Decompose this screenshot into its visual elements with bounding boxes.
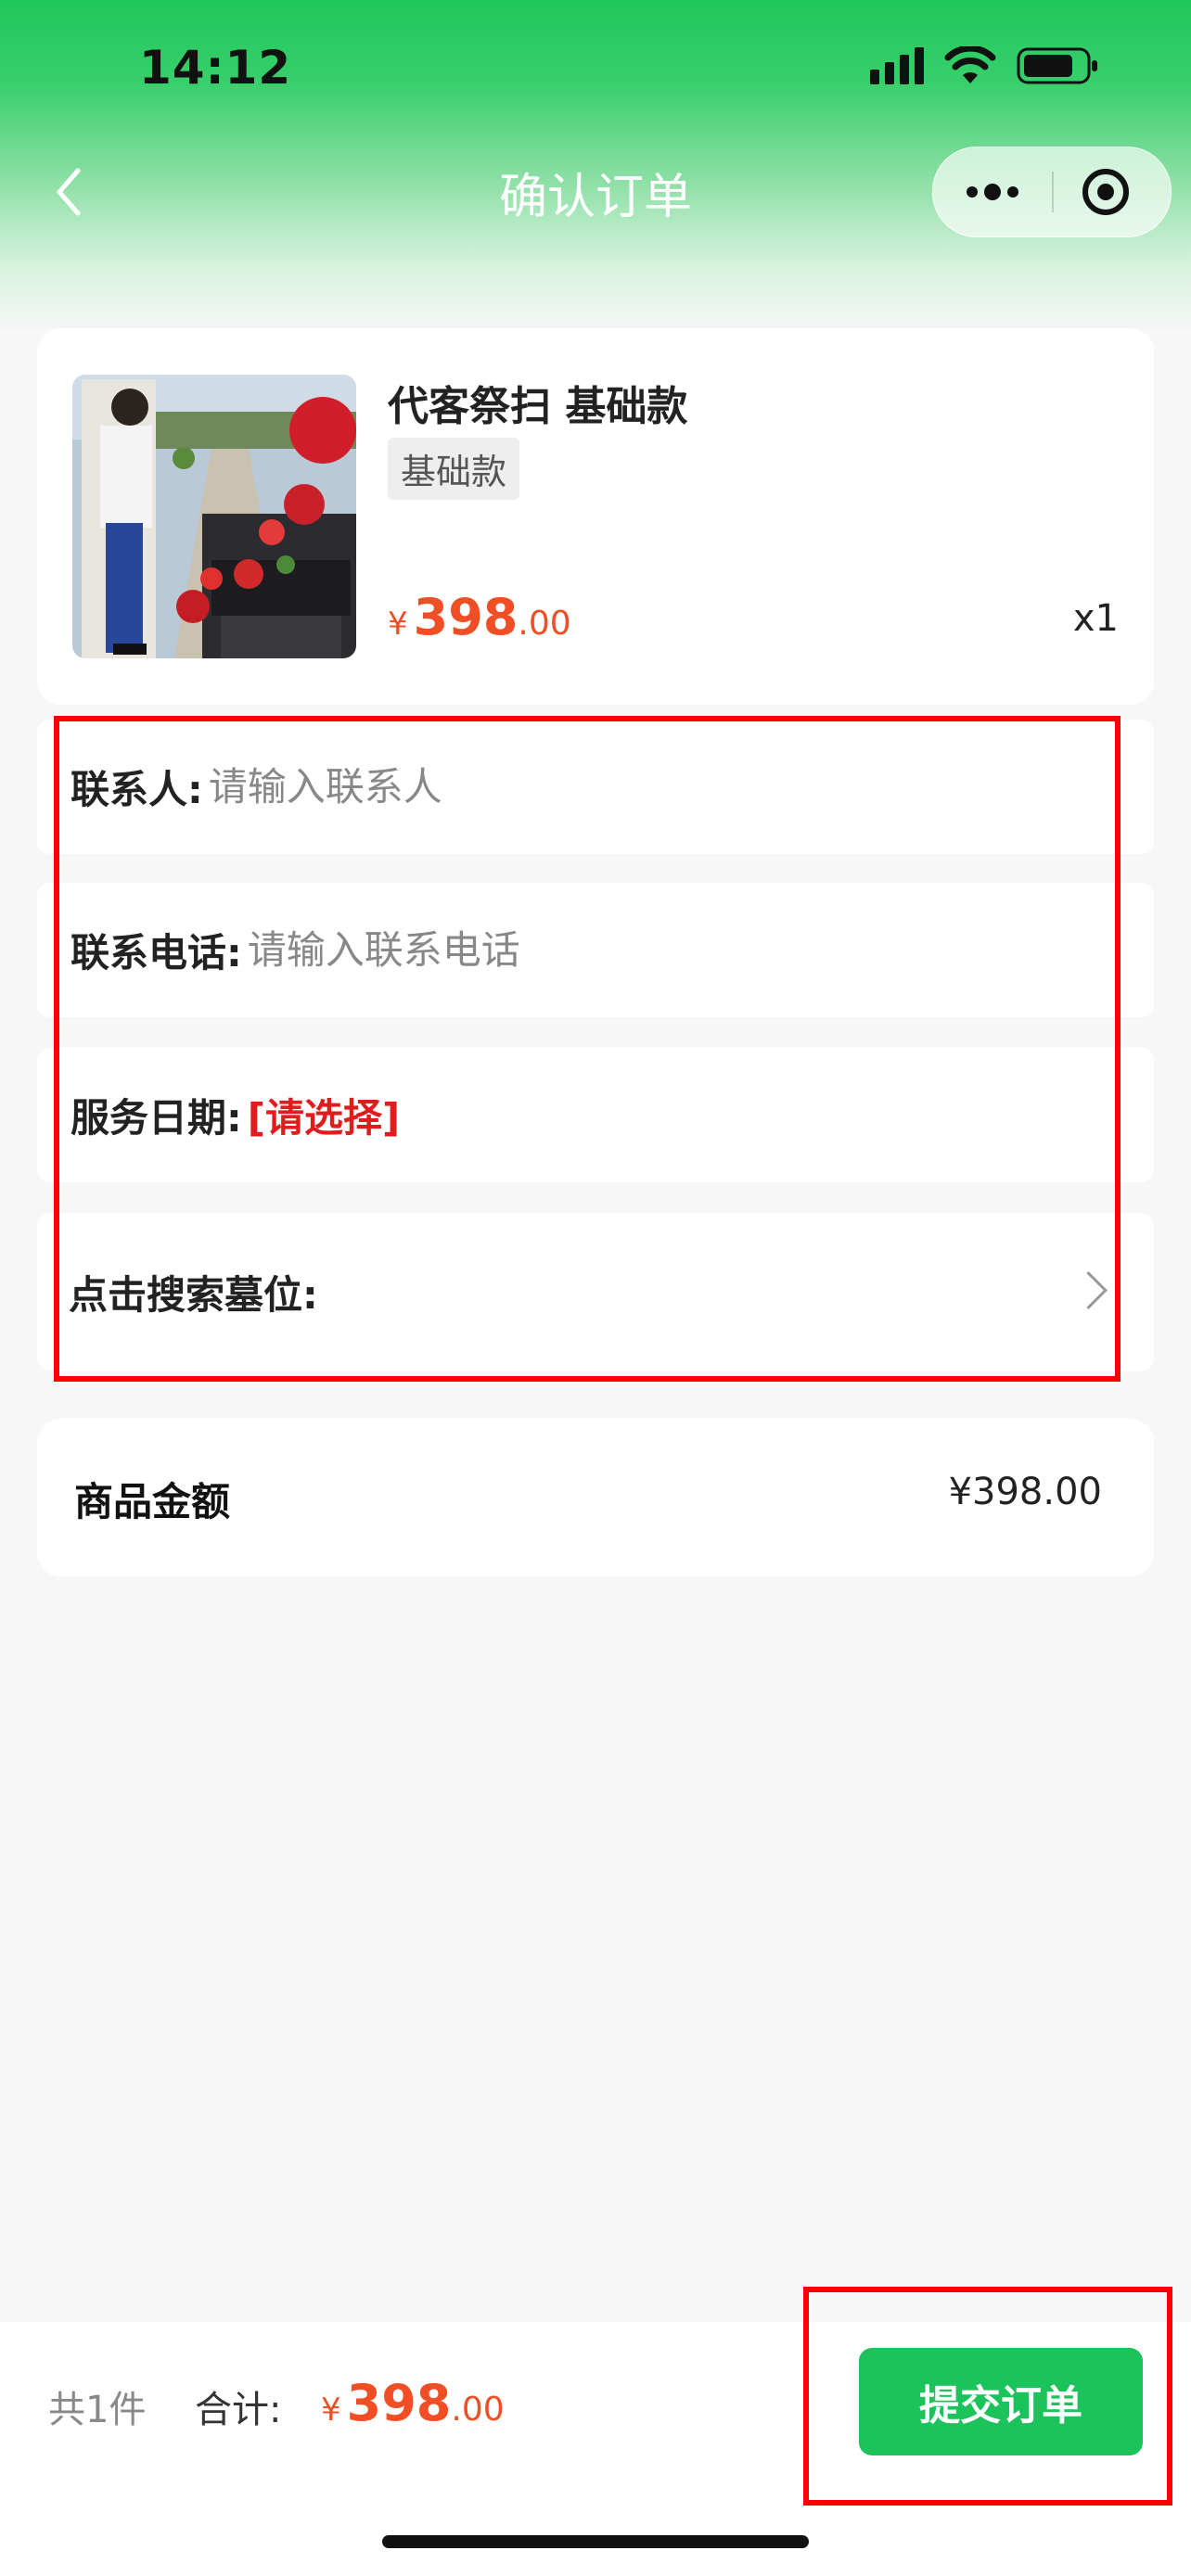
phone-row: 联系电话: xyxy=(37,883,1154,1017)
submit-order-button[interactable]: 提交订单 xyxy=(859,2348,1143,2455)
more-icon xyxy=(967,184,1018,200)
amount-card: 商品金额 ¥398.00 xyxy=(37,1419,1154,1576)
chevron-right-icon xyxy=(1069,1270,1108,1310)
total-label: 合计: xyxy=(195,2389,282,2431)
service-date-picker[interactable]: [请选择] xyxy=(248,1087,400,1143)
contact-row: 联系人: xyxy=(37,720,1154,854)
total-integer: 398 xyxy=(346,2374,452,2432)
phone-label: 联系电话: xyxy=(70,930,242,976)
status-icons xyxy=(870,46,1100,85)
home-indicator xyxy=(382,2535,809,2548)
product-quantity: x1 xyxy=(1072,597,1119,640)
contact-label: 联系人: xyxy=(70,767,203,812)
service-date-label: 服务日期: xyxy=(70,1095,242,1141)
total-decimal: .00 xyxy=(451,2391,505,2429)
battery-icon xyxy=(1017,46,1100,85)
price-decimal: .00 xyxy=(518,605,571,643)
status-bar: 14:12 xyxy=(0,0,1191,139)
price-currency: ¥ xyxy=(388,606,408,643)
product-card: 代客祭扫 基础款 基础款 ¥ 398 .00 x1 xyxy=(37,328,1154,705)
product-spec-tag: 基础款 xyxy=(388,438,520,500)
price-integer: 398 xyxy=(413,588,519,646)
contact-input[interactable] xyxy=(208,764,914,810)
product-price: ¥ 398 .00 xyxy=(388,588,571,646)
service-date-row[interactable]: 服务日期: [请选择] xyxy=(37,1048,1154,1182)
phone-input[interactable] xyxy=(247,927,953,973)
total-currency: ¥ xyxy=(321,2391,341,2429)
close-mini-program-button[interactable] xyxy=(1054,147,1171,236)
close-mini-program-icon xyxy=(1082,169,1129,215)
goods-amount-value: ¥398.00 xyxy=(948,1471,1102,1513)
product-image xyxy=(72,375,356,658)
tomb-search-label: 点击搜索墓位: xyxy=(69,1271,318,1318)
more-button[interactable] xyxy=(933,147,1052,236)
product-name: 代客祭扫 基础款 xyxy=(388,383,688,430)
item-count: 共1件 xyxy=(48,2389,147,2431)
tomb-search-row[interactable]: 点击搜索墓位: xyxy=(37,1213,1154,1371)
wifi-icon xyxy=(944,46,996,85)
navigation-bar: 确认订单 xyxy=(0,139,1191,250)
signal-icon xyxy=(870,47,924,84)
goods-amount-label: 商品金额 xyxy=(74,1479,231,1524)
status-time: 14:12 xyxy=(139,41,292,95)
mini-program-capsule xyxy=(932,147,1172,237)
total-price: ¥ 398 .00 xyxy=(321,2374,505,2432)
